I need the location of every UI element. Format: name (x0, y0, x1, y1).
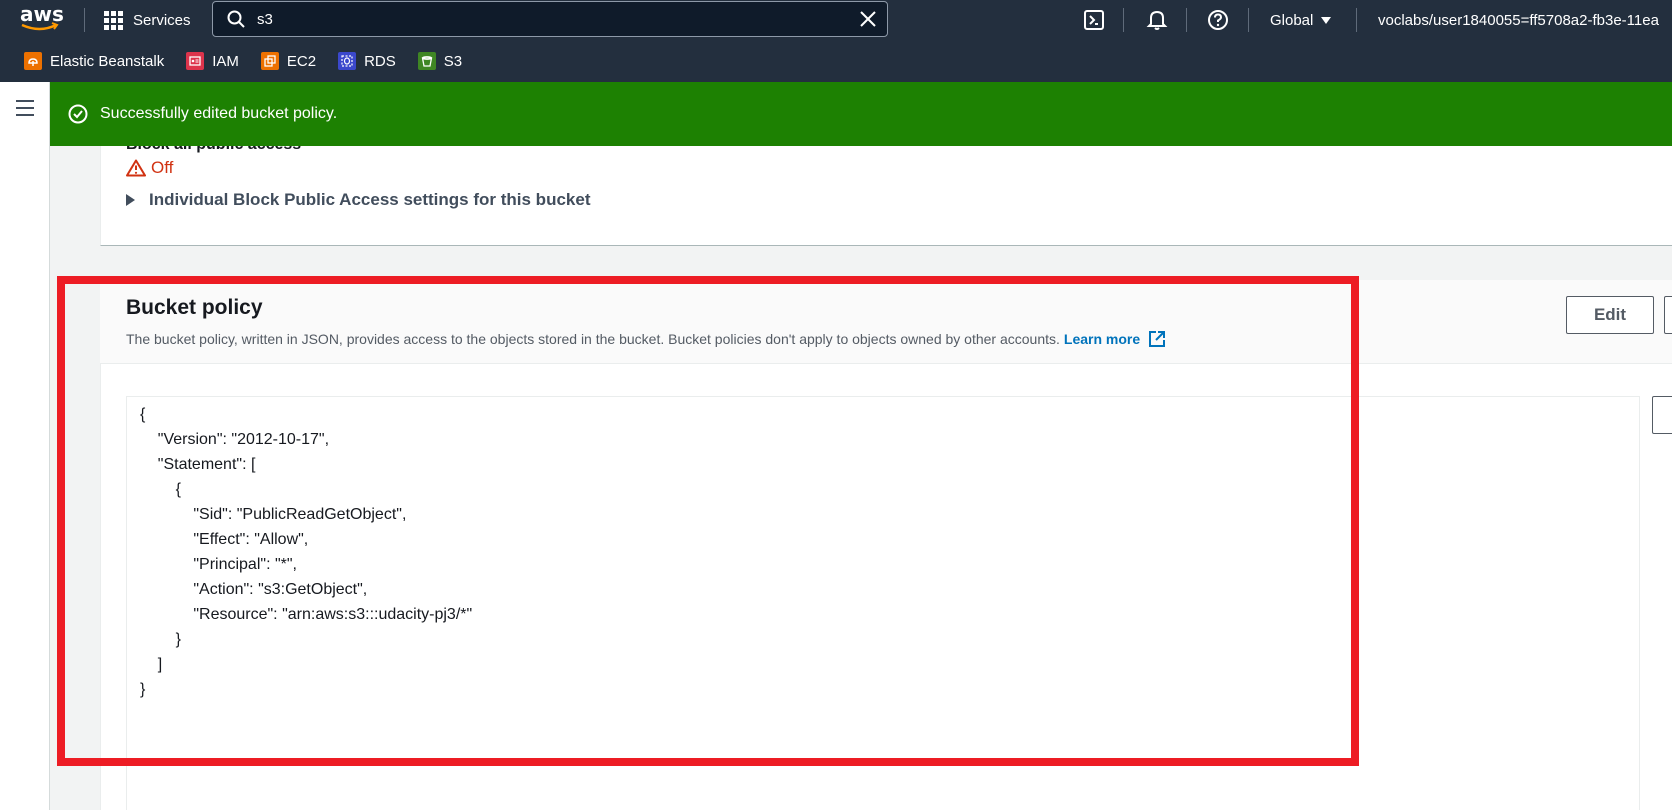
cloudshell-icon[interactable] (1083, 9, 1105, 31)
hamburger-menu-icon[interactable] (16, 100, 34, 121)
bucket-policy-header (100, 280, 1672, 364)
external-link-icon (1149, 331, 1166, 347)
favorite-rds[interactable]: RDS (338, 52, 396, 70)
divider (1356, 8, 1357, 32)
block-public-access-status: Off (126, 158, 173, 178)
user-label: voclabs/user1840055=ff5708a2-fb3e-11ea (1378, 11, 1659, 29)
help-icon[interactable] (1207, 9, 1229, 31)
search-box[interactable] (212, 1, 888, 37)
status-text: Off (151, 158, 174, 177)
favorite-label: EC2 (286, 52, 317, 70)
aws-smile-icon (21, 22, 59, 31)
learn-more-link[interactable]: Learn more (1064, 330, 1166, 348)
flash-message: Successfully edited bucket policy. (100, 105, 338, 122)
account-menu[interactable]: voclabs/user1840055=ff5708a2-fb3e-11ea (1378, 0, 1659, 40)
caret-right-icon (126, 194, 135, 206)
bucket-policy-description: The bucket policy, written in JSON, prov… (126, 330, 1166, 348)
delete-bucket-policy-button[interactable] (1664, 296, 1672, 334)
policy-json-code: { "Version": "2012-10-17", "Statement": … (140, 406, 473, 698)
divider (1248, 8, 1249, 32)
region-label: Global (1270, 11, 1314, 29)
divider (84, 8, 85, 32)
side-navigation (0, 82, 50, 810)
search-icon (227, 10, 245, 28)
favorite-label: Elastic Beanstalk (50, 52, 165, 70)
favorite-s3[interactable]: S3 (417, 52, 463, 70)
favorite-label: RDS (364, 52, 396, 70)
favorite-label: IAM (212, 52, 239, 70)
divider (1186, 8, 1187, 32)
success-flash-banner: Successfully edited bucket policy. (50, 82, 1672, 146)
s3-bucket-icon (417, 52, 436, 70)
elastic-beanstalk-icon (24, 52, 42, 70)
warning-icon (126, 159, 146, 177)
copy-button[interactable] (1652, 396, 1672, 434)
services-menu-button[interactable]: Services (104, 0, 191, 40)
success-check-icon (68, 104, 88, 124)
edit-bucket-policy-button[interactable]: Edit (1566, 296, 1654, 334)
iam-icon (186, 52, 205, 70)
favorite-iam[interactable]: IAM (186, 52, 239, 70)
favorite-ec2[interactable]: EC2 (260, 52, 317, 70)
expander-label: Individual Block Public Access settings … (149, 190, 591, 209)
description-text: The bucket policy, written in JSON, prov… (126, 331, 1060, 347)
favorite-label: S3 (443, 52, 463, 70)
favorites-bar: Elastic Beanstalk IAM EC2 RDS S3 (0, 40, 1672, 82)
services-label: Services (133, 11, 191, 29)
favorite-elastic-beanstalk[interactable]: Elastic Beanstalk (24, 52, 164, 70)
notifications-bell-icon[interactable] (1146, 9, 1168, 31)
aws-logo[interactable]: aws (20, 4, 64, 34)
aws-logo-text: aws (20, 2, 64, 26)
search-input[interactable] (257, 10, 837, 28)
learn-more-label: Learn more (1063, 331, 1141, 347)
region-selector[interactable]: Global (1270, 0, 1332, 40)
grid-icon (104, 10, 123, 30)
ec2-icon (260, 52, 279, 70)
top-navigation-bar: aws Services s3 Global voclabs/user18400… (0, 0, 1672, 40)
clear-search-icon[interactable] (859, 10, 877, 28)
bucket-policy-title: Bucket policy (126, 296, 263, 319)
individual-bpa-settings-expander[interactable]: Individual Block Public Access settings … (126, 190, 590, 210)
rds-icon (338, 52, 357, 70)
divider (1123, 8, 1124, 32)
caret-down-icon (1321, 16, 1332, 24)
